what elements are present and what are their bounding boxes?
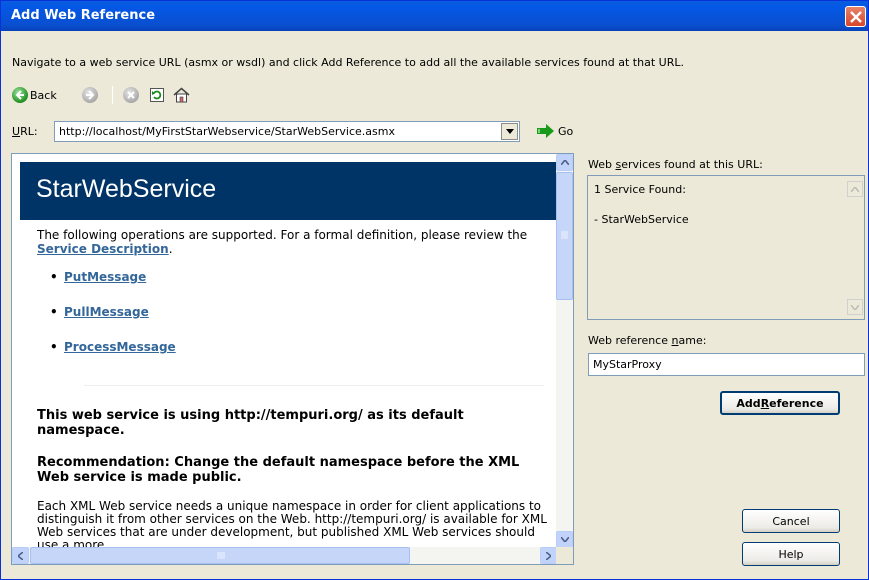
chevron-left-icon <box>18 551 23 560</box>
recommendation-heading: Recommendation: Change the default names… <box>37 455 520 485</box>
operation-link-processmessage[interactable]: ProcessMessage <box>60 340 176 354</box>
reference-name-input[interactable]: MyStarProxy <box>588 353 865 376</box>
instructions-text: Navigate to a web service URL (asmx or w… <box>12 56 684 69</box>
go-arrow-icon <box>537 124 554 138</box>
service-description-link[interactable]: Service Description <box>37 242 169 256</box>
forward-arrow-icon <box>82 87 98 103</box>
service-header: StarWebService <box>20 162 557 220</box>
title-bar[interactable]: Add Web Reference <box>1 1 868 31</box>
scroll-up-button[interactable] <box>556 154 573 171</box>
list-item: • PullMessage <box>50 305 149 319</box>
chevron-up-icon <box>851 186 859 192</box>
chevron-down-icon <box>851 304 859 310</box>
toolbar-separator <box>112 86 113 104</box>
services-found-list[interactable]: 1 Service Found: - StarWebService <box>587 175 865 320</box>
go-button[interactable]: Go <box>537 124 573 138</box>
service-item: - StarWebService <box>594 213 689 226</box>
home-icon <box>173 87 190 103</box>
scroll-right-button[interactable] <box>540 547 557 564</box>
divider <box>84 385 544 386</box>
forward-button[interactable] <box>82 85 98 105</box>
services-scrollbar[interactable] <box>847 177 863 318</box>
service-title: StarWebService <box>36 175 217 203</box>
services-found-label: Web services found at this URL: <box>588 158 763 171</box>
cancel-button[interactable]: Cancel <box>742 509 840 533</box>
operation-link-pullmessage[interactable]: PullMessage <box>60 305 149 319</box>
namespace-paragraph: Each XML Web service needs a unique name… <box>37 499 547 549</box>
list-item: • ProcessMessage <box>50 340 176 354</box>
services-scroll-down-button[interactable] <box>847 299 863 315</box>
refresh-button[interactable] <box>149 85 165 105</box>
go-label: Go <box>558 124 574 138</box>
service-page: StarWebService The following operations … <box>12 154 557 548</box>
url-label: URL: <box>12 125 38 138</box>
chevron-down-icon <box>560 537 569 542</box>
chevron-down-icon <box>505 129 514 134</box>
scrollbar-corner <box>556 547 573 564</box>
list-item: • PutMessage <box>50 270 147 284</box>
add-reference-button[interactable]: Add Reference <box>720 391 840 415</box>
close-button[interactable] <box>845 6 866 27</box>
chevron-up-icon <box>560 160 569 165</box>
vertical-scrollbar[interactable] <box>556 154 573 548</box>
url-input[interactable]: http://localhost/MyFirstStarWebservice/S… <box>59 125 395 138</box>
horizontal-scroll-thumb[interactable] <box>30 547 410 564</box>
home-button[interactable] <box>173 85 190 105</box>
refresh-icon <box>150 88 164 102</box>
operation-link-putmessage[interactable]: PutMessage <box>60 270 146 284</box>
scroll-left-button[interactable] <box>12 547 29 564</box>
services-scroll-up-button[interactable] <box>847 181 863 197</box>
help-button[interactable]: Help <box>742 542 840 566</box>
horizontal-scrollbar[interactable] <box>12 547 557 564</box>
intro-paragraph: The following operations are supported. … <box>37 228 528 256</box>
stop-button[interactable] <box>123 85 139 105</box>
stop-icon <box>123 87 139 103</box>
grip-icon <box>217 552 225 559</box>
window-title: Add Web Reference <box>11 8 156 23</box>
url-dropdown-button[interactable] <box>501 123 518 140</box>
reference-name-label: Web reference name: <box>588 334 707 347</box>
vertical-scroll-thumb[interactable] <box>556 172 573 300</box>
close-icon <box>850 11 862 23</box>
url-combobox[interactable]: http://localhost/MyFirstStarWebservice/S… <box>54 121 520 142</box>
reference-name-value: MyStarProxy <box>593 358 662 371</box>
add-web-reference-dialog: Add Web Reference Navigate to a web serv… <box>0 0 869 580</box>
namespace-heading: This web service is using http://tempuri… <box>37 408 464 438</box>
services-count: 1 Service Found: <box>594 183 686 196</box>
chevron-right-icon <box>546 551 551 560</box>
back-button[interactable]: Back <box>12 85 57 105</box>
scroll-down-button[interactable] <box>556 531 573 548</box>
back-label: Back <box>30 88 57 102</box>
service-browser-pane[interactable]: StarWebService The following operations … <box>11 153 574 565</box>
back-arrow-icon <box>12 87 28 103</box>
grip-icon <box>561 231 568 239</box>
